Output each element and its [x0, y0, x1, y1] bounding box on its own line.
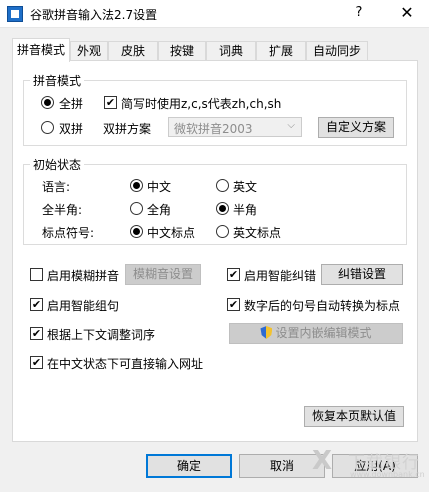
language-english-radio[interactable]: [216, 179, 229, 192]
window-title: 谷歌拼音输入法2.7设置: [30, 8, 158, 22]
tab-pinyin-mode[interactable]: 拼音模式: [12, 38, 70, 62]
fuzzy-pinyin-label: 启用模糊拼音: [47, 269, 120, 283]
shuangpin-radio[interactable]: [41, 121, 54, 134]
tab-appearance[interactable]: 外观: [70, 41, 108, 61]
scheme-select[interactable]: 微软拼音2003 ⌵: [168, 117, 302, 137]
pinyin-mode-group: 拼音模式 全拼 ✔ 简写时使用z,c,s代表zh,ch,sh 双拼 双拼方案 微…: [23, 72, 407, 146]
smart-phrase-label: 启用智能组句: [47, 299, 120, 313]
language-label: 语言:: [42, 180, 71, 194]
chevron-down-icon: ⌵: [287, 120, 295, 131]
punct-chinese-label: 中文标点: [147, 226, 196, 240]
period-convert-label: 数字后的句号自动转换为标点: [244, 299, 401, 313]
tab-auto-sync[interactable]: 自动同步: [306, 41, 368, 61]
scheme-select-value: 微软拼音2003: [174, 122, 253, 136]
restore-defaults-button[interactable]: 恢复本页默认值: [304, 406, 404, 427]
apply-button[interactable]: 应用(A): [332, 454, 418, 478]
url-input-label: 在中文状态下可直接输入网址: [47, 357, 204, 371]
tab-extensions[interactable]: 扩展: [256, 41, 306, 61]
url-input-checkbox[interactable]: ✔: [30, 356, 43, 369]
fuzzy-pinyin-checkbox[interactable]: [30, 268, 43, 281]
simplify-checkbox[interactable]: ✔: [104, 96, 117, 109]
scheme-label: 双拼方案: [103, 122, 152, 136]
width-label: 全半角:: [42, 203, 83, 217]
close-button[interactable]: ✕: [399, 3, 415, 22]
shield-icon: [260, 326, 273, 339]
fuzzy-settings-button[interactable]: 模糊音设置: [125, 264, 201, 285]
punct-chinese-radio[interactable]: [130, 225, 143, 238]
inline-edit-mode-button[interactable]: 设置内嵌编辑模式: [229, 323, 403, 344]
cancel-button[interactable]: 取消: [239, 454, 325, 478]
language-chinese-label: 中文: [147, 180, 172, 194]
custom-scheme-button[interactable]: 自定义方案: [318, 117, 394, 138]
help-button[interactable]: ?: [352, 5, 366, 20]
period-convert-checkbox[interactable]: ✔: [227, 298, 240, 311]
autocorrect-checkbox[interactable]: ✔: [227, 268, 240, 281]
ok-button[interactable]: 确定: [146, 454, 232, 478]
punct-label: 标点符号:: [42, 226, 95, 240]
shuangpin-label: 双拼: [59, 122, 84, 136]
full-width-label: 全角: [147, 203, 172, 217]
settings-panel: 拼音模式 全拼 ✔ 简写时使用z,c,s代表zh,ch,sh 双拼 双拼方案 微…: [12, 60, 418, 442]
half-width-label: 半角: [233, 203, 258, 217]
initial-state-group-title: 初始状态: [30, 156, 85, 173]
title-bar: 谷歌拼音输入法2.7设置 ? ✕: [0, 0, 429, 28]
punct-english-label: 英文标点: [233, 226, 282, 240]
autocorrect-settings-button[interactable]: 纠错设置: [321, 264, 403, 285]
inline-edit-mode-label: 设置内嵌编辑模式: [275, 326, 372, 340]
tab-skin[interactable]: 皮肤: [108, 41, 158, 61]
language-chinese-radio[interactable]: [130, 179, 143, 192]
tab-dictionary[interactable]: 词典: [206, 41, 256, 61]
context-order-label: 根据上下文调整词序: [47, 328, 156, 342]
language-english-label: 英文: [233, 180, 258, 194]
context-order-checkbox[interactable]: ✔: [30, 327, 43, 340]
punct-english-radio[interactable]: [216, 225, 229, 238]
quanpin-label: 全拼: [59, 97, 84, 111]
autocorrect-label: 启用智能纠错: [244, 269, 317, 283]
tab-keys[interactable]: 按键: [158, 41, 206, 61]
pinyin-mode-group-title: 拼音模式: [30, 72, 85, 89]
half-width-radio[interactable]: [216, 202, 229, 215]
quanpin-radio[interactable]: [41, 96, 54, 109]
initial-state-group: 初始状态 语言: 中文 英文 全半角: 全角 半角 标点符号: 中文标点 英文标…: [23, 156, 407, 245]
app-icon: [7, 6, 23, 22]
full-width-radio[interactable]: [130, 202, 143, 215]
simplify-label: 简写时使用z,c,s代表zh,ch,sh: [121, 97, 282, 111]
smart-phrase-checkbox[interactable]: ✔: [30, 298, 43, 311]
